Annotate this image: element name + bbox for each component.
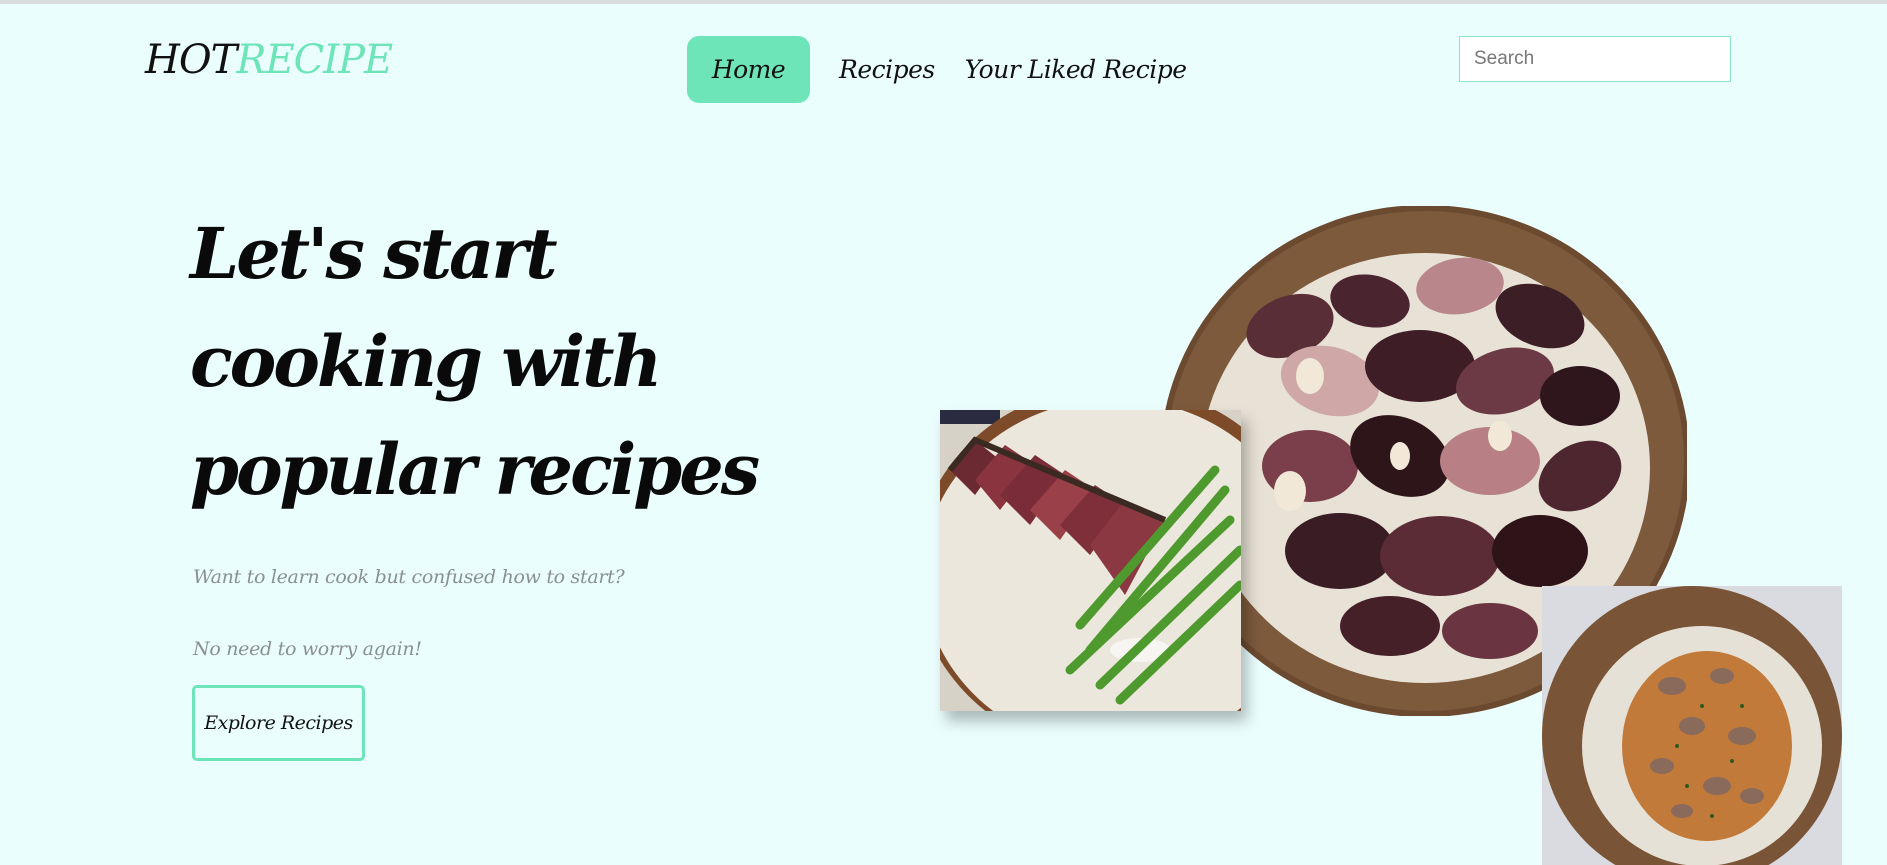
search-input[interactable] — [1459, 36, 1731, 82]
logo-text-hot: HOT — [145, 37, 237, 83]
top-border — [0, 0, 1887, 4]
hero-title: Let's start cooking with popular recipes — [190, 200, 760, 524]
explore-recipes-button[interactable]: Explore Recipes — [192, 685, 365, 761]
nav-home-link[interactable]: Home — [687, 36, 810, 103]
hero-subtitle-reassurance: No need to worry again! — [193, 638, 422, 660]
hero-title-line-3: popular recipes — [190, 428, 760, 511]
nav-recipes-link[interactable]: Recipes — [839, 36, 935, 103]
nav-liked-recipe-link[interactable]: Your Liked Recipe — [965, 36, 1187, 103]
hero-title-line-2: cooking with — [190, 320, 662, 403]
main-nav: Home Recipes Your Liked Recipe — [687, 36, 1187, 103]
steak-asparagus-plate-image — [940, 410, 1241, 711]
hero-subtitle-question: Want to learn cook but confused how to s… — [193, 566, 625, 588]
clam-rice-plate-image — [1542, 586, 1842, 865]
logo-text-recipe: RECIPE — [236, 37, 393, 83]
site-logo[interactable]: HOTRECIPE — [145, 37, 393, 83]
hero-title-line-1: Let's start — [190, 212, 558, 295]
